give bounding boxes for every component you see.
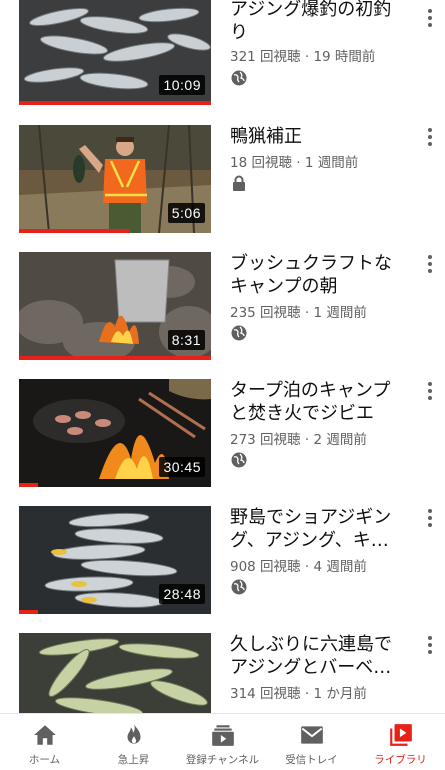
view-count: 235 回視聴 bbox=[230, 305, 301, 321]
meta-separator: · bbox=[300, 49, 314, 65]
video-title[interactable]: アジング爆釣の初釣り bbox=[230, 0, 408, 44]
flame-icon bbox=[120, 721, 148, 749]
bottom-navigation: ホーム 急上昇 登録チャンネル 受信トレイ ライブラリ bbox=[0, 713, 445, 770]
mail-icon bbox=[298, 721, 326, 749]
tab-subscriptions-label: 登録チャンネル bbox=[185, 754, 260, 766]
video-thumbnail[interactable]: 30:45 bbox=[19, 379, 211, 487]
view-count: 18 回視聴 bbox=[230, 155, 292, 171]
video-title[interactable]: タープ泊のキャンプと焚き火でジビエ bbox=[230, 379, 408, 425]
library-icon bbox=[387, 721, 415, 749]
more-options-button[interactable] bbox=[420, 6, 440, 30]
video-meta: 321 回視聴 · 19 時間前 bbox=[230, 45, 375, 65]
list-item[interactable]: 10:09 アジング爆釣の初釣り 321 回視聴 · 19 時間前 bbox=[0, 0, 445, 112]
video-meta: 273 回視聴 · 2 週間前 bbox=[230, 428, 367, 448]
subscriptions-icon bbox=[209, 721, 237, 749]
more-options-button[interactable] bbox=[420, 633, 440, 657]
list-item[interactable]: 28:48 野島でショアジギング、アジング、キ… 908 回視聴 · 4 週間前 bbox=[0, 506, 445, 618]
lock-icon bbox=[231, 175, 247, 191]
tab-home-label: ホーム bbox=[28, 754, 61, 766]
meta-separator: · bbox=[300, 305, 314, 321]
video-list: 10:09 アジング爆釣の初釣り 321 回視聴 · 19 時間前 5:06 鴨… bbox=[0, 0, 445, 713]
tab-subscriptions[interactable]: 登録チャンネル bbox=[178, 714, 267, 770]
meta-separator: · bbox=[300, 432, 314, 448]
globe-icon bbox=[231, 579, 247, 595]
upload-age: 2 週間前 bbox=[313, 432, 367, 448]
tab-trending-label: 急上昇 bbox=[117, 754, 150, 766]
video-title[interactable]: 野島でショアジギング、アジング、キ… bbox=[230, 506, 408, 552]
tab-home[interactable]: ホーム bbox=[0, 714, 89, 770]
upload-age: 4 週間前 bbox=[313, 559, 367, 575]
tab-trending[interactable]: 急上昇 bbox=[89, 714, 178, 770]
video-duration: 28:48 bbox=[159, 584, 205, 604]
view-count: 321 回視聴 bbox=[230, 49, 301, 65]
globe-icon bbox=[231, 325, 247, 341]
video-meta: 235 回視聴 · 1 週間前 bbox=[230, 301, 367, 321]
view-count: 314 回視聴 bbox=[230, 686, 301, 702]
list-item[interactable]: 5:06 鴨猟補正 18 回視聴 · 1 週間前 bbox=[0, 125, 445, 237]
video-duration: 8:31 bbox=[167, 330, 205, 350]
tab-inbox-label: 受信トレイ bbox=[285, 754, 338, 766]
watch-progress-bar bbox=[19, 101, 211, 105]
upload-age: 1 週間前 bbox=[313, 305, 367, 321]
upload-age: 19 時間前 bbox=[313, 49, 376, 65]
globe-icon bbox=[231, 452, 247, 468]
video-duration: 30:45 bbox=[159, 457, 205, 477]
video-duration: 10:09 bbox=[159, 75, 205, 95]
view-count: 273 回視聴 bbox=[230, 432, 301, 448]
video-duration: 5:06 bbox=[167, 203, 205, 223]
video-thumbnail[interactable]: 5:06 bbox=[19, 125, 211, 233]
video-thumbnail[interactable]: 10:09 bbox=[19, 0, 211, 105]
list-item[interactable]: 30:45 タープ泊のキャンプと焚き火でジビエ 273 回視聴 · 2 週間前 bbox=[0, 379, 445, 491]
more-options-button[interactable] bbox=[420, 252, 440, 276]
watch-progress-bar bbox=[19, 356, 211, 360]
video-title[interactable]: ブッシュクラフトなキャンプの朝 bbox=[230, 252, 408, 298]
video-title[interactable]: 鴨猟補正 bbox=[230, 125, 408, 148]
tab-library[interactable]: ライブラリ bbox=[356, 714, 445, 770]
watch-progress-bar bbox=[19, 483, 39, 487]
video-title[interactable]: 久しぶりに六連島でアジングとバーベ… bbox=[230, 633, 408, 679]
meta-separator: · bbox=[300, 686, 314, 702]
upload-age: 1 週間前 bbox=[304, 155, 359, 171]
video-thumbnail[interactable] bbox=[19, 633, 211, 713]
home-icon bbox=[31, 721, 59, 749]
watch-progress-bar bbox=[19, 229, 131, 233]
video-thumbnail[interactable]: 28:48 bbox=[19, 506, 211, 614]
view-count: 908 回視聴 bbox=[230, 559, 301, 575]
more-options-button[interactable] bbox=[420, 379, 440, 403]
video-meta: 314 回視聴 · 1 か月前 bbox=[230, 682, 367, 702]
more-options-button[interactable] bbox=[420, 125, 440, 149]
tab-library-label: ライブラリ bbox=[374, 754, 427, 766]
video-thumbnail[interactable]: 8:31 bbox=[19, 252, 211, 360]
video-meta: 908 回視聴 · 4 週間前 bbox=[230, 555, 367, 575]
meta-separator: · bbox=[291, 155, 305, 171]
list-item[interactable]: 8:31 ブッシュクラフトなキャンプの朝 235 回視聴 · 1 週間前 bbox=[0, 252, 445, 364]
watch-progress-bar bbox=[19, 610, 39, 614]
tab-inbox[interactable]: 受信トレイ bbox=[267, 714, 356, 770]
video-meta: 18 回視聴 · 1 週間前 bbox=[230, 151, 358, 171]
list-item[interactable]: 久しぶりに六連島でアジングとバーベ… 314 回視聴 · 1 か月前 bbox=[0, 633, 445, 713]
more-options-button[interactable] bbox=[420, 506, 440, 530]
globe-icon bbox=[231, 70, 247, 86]
upload-age: 1 か月前 bbox=[313, 686, 367, 702]
meta-separator: · bbox=[300, 559, 314, 575]
